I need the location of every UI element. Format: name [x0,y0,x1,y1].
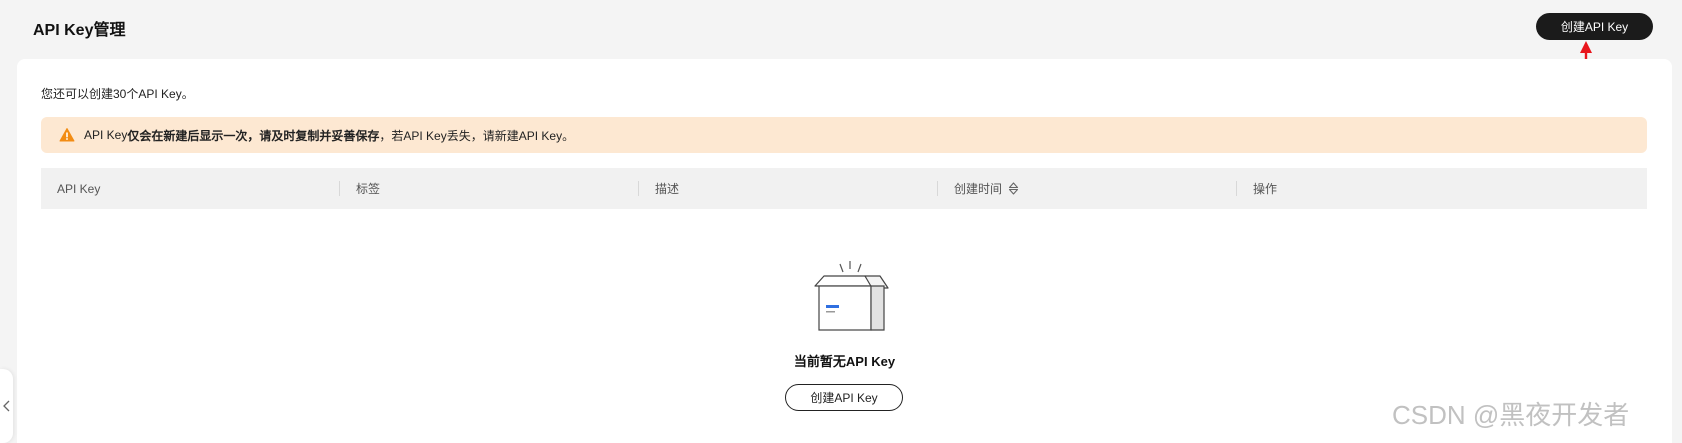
column-label: 操作 [1253,182,1278,196]
column-label: 标签 [356,182,381,196]
warning-text-bold: 仅会在新建后显示一次，请及时复制并妥善保存 [127,128,380,143]
empty-state-text: 当前暂无API Key [17,351,1672,370]
table-header: API Key 标签 描述 创建时间 操作 [41,168,1647,209]
column-label: 创建时间 [954,182,1003,196]
chevron-left-icon [3,400,10,412]
sidebar-collapse-handle[interactable] [0,369,13,443]
column-label: 描述 [655,182,680,196]
create-api-key-button[interactable]: 创建API Key [1536,13,1653,40]
column-header-api-key: API Key [41,168,340,209]
page: API Key管理 创建API Key 您还可以创建30个API Key。 AP… [0,0,1682,443]
watermark: CSDN @黑夜开发者 [1392,400,1630,430]
warning-triangle-icon [59,128,75,142]
column-label: API Key [57,181,101,196]
create-api-key-empty-button[interactable]: 创建API Key [785,384,903,411]
sort-icon[interactable] [1008,182,1019,195]
column-header-description: 描述 [639,168,938,209]
warning-text-suffix: ，若API Key丢失，请新建API Key。 [379,128,575,143]
column-header-actions: 操作 [1237,168,1647,209]
empty-state-label: 当前暂无API Key [793,354,896,369]
warning-banner: API Key 仅会在新建后显示一次，请及时复制并妥善保存 ，若API Key丢失，… [41,117,1647,153]
empty-box-icon [814,261,889,331]
warning-text-prefix: API Key [84,128,128,142]
remaining-quota-text: 您还可以创建30个API Key。 [41,87,194,101]
main-card: 您还可以创建30个API Key。 API Key 仅会在新建后显示一次，请及时复… [17,59,1672,443]
column-header-tags: 标签 [340,168,639,209]
column-header-created-time[interactable]: 创建时间 [938,168,1237,209]
page-title: API Key管理 [33,22,126,39]
